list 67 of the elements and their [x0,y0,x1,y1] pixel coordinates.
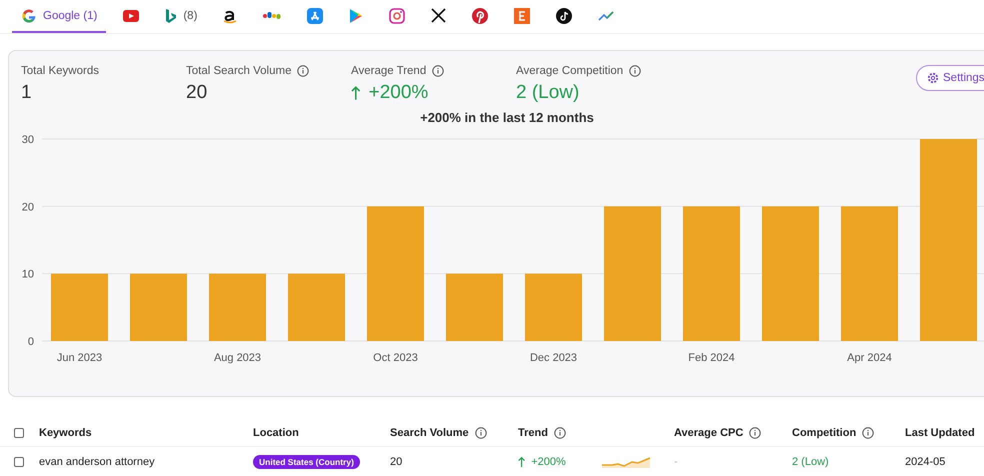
table-cell-text: - [674,456,679,468]
table-cell-text: 20 [390,456,404,468]
e-logo-icon [514,8,530,24]
trend-line-icon [598,10,614,20]
column-header[interactable]: Keywords [39,427,92,439]
column-header[interactable]: Competition [792,427,856,439]
column-header[interactable]: Average CPC [674,427,744,439]
multicolor-logo-icon [263,12,282,20]
up-arrow-icon [351,85,361,101]
bar [51,274,108,341]
settings-button[interactable]: Settings [916,65,984,91]
stat-value: 1 [21,82,32,104]
column-header[interactable]: Location [253,427,299,439]
b-logo-icon [165,8,178,24]
axis-label: 0 [28,336,34,348]
music-note-icon [556,8,572,24]
app-store-icon [307,8,324,24]
play-button-icon [123,10,140,22]
tab[interactable]: (8) [156,0,206,33]
chart-title: +200% in the last 12 months [419,110,595,125]
axis-label: 30 [22,134,34,146]
info-icon[interactable] [749,427,762,439]
camera-icon [389,8,406,24]
x-logo-icon [431,8,446,23]
sparkline [602,456,650,468]
stat-label: Total Search Volume [186,65,292,77]
up-arrow-icon [518,456,526,468]
column-header[interactable]: Trend [518,427,548,439]
info-icon[interactable] [554,427,566,439]
bar [525,274,582,341]
info-icon[interactable] [474,427,487,439]
axis-label: Aug 2023 [214,352,262,364]
stat-value: 2 (Low) [516,82,580,104]
checkbox[interactable] [14,457,24,467]
column-header[interactable]: Last Updated [905,427,975,439]
axis-label: Oct 2023 [373,352,418,364]
bar [209,274,266,341]
column-header[interactable]: Search Volume [390,427,469,439]
axis-label: 20 [22,201,34,214]
pin-logo-icon [472,8,488,24]
stat-label: Average Trend [351,65,426,77]
bar [446,274,503,341]
checkbox[interactable] [14,428,24,438]
table-cell: +200% [531,456,566,468]
info-icon[interactable] [862,427,874,439]
table-cell-text: 2024-05 [905,456,946,468]
axis-label: 10 [22,268,34,281]
axis-label: Dec 2023 [530,352,578,364]
axis-label: Feb 2024 [688,352,735,364]
table-cell-text: evan anderson attorney [39,456,156,468]
location-tag: United States (Country) [253,455,360,469]
bar [288,274,345,341]
axis-label: Apr 2024 [847,352,892,364]
info-icon[interactable] [629,65,642,77]
bar [130,274,187,341]
info-icon[interactable] [432,65,444,77]
stat-value: 20 [186,82,208,104]
info-icon[interactable] [297,65,310,77]
stat-label: Total Keywords [21,65,99,77]
stat-label: Average Competition [516,65,624,77]
axis-label: Jun 2023 [56,352,102,364]
tab[interactable]: Google (1) [12,0,106,33]
table-cell-text: 2 (Low) [792,456,830,468]
play-triangle-icon [349,8,364,24]
stat-value: +200% [368,82,428,104]
g-logo-icon [21,8,37,24]
settings-icon [927,72,939,84]
